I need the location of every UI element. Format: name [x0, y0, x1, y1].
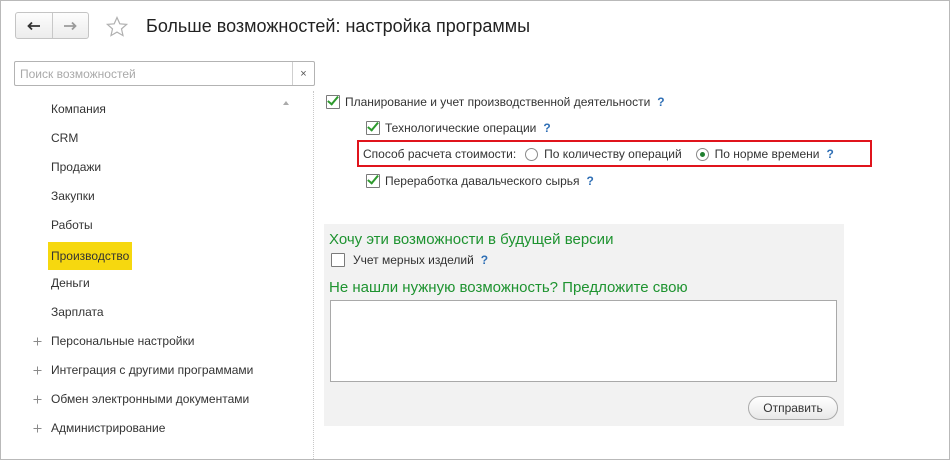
panel-divider: [313, 91, 314, 459]
by-time-norm-radio[interactable]: [695, 147, 709, 161]
send-button[interactable]: Отправить: [748, 396, 838, 420]
arrow-right-icon: [64, 21, 78, 30]
search-box: ×: [14, 61, 315, 86]
expand-plus-icon[interactable]: [33, 366, 42, 375]
production-planning-help[interactable]: ?: [657, 95, 664, 109]
sidebar-item-purchases[interactable]: Закупки: [48, 184, 98, 208]
tech-operations-checkbox[interactable]: [366, 121, 380, 135]
measured-items-checkbox[interactable]: [331, 253, 345, 267]
sidebar-item-works[interactable]: Работы: [48, 213, 96, 237]
sidebar-item-sales[interactable]: Продажи: [48, 155, 104, 179]
page-title: Больше возможностей: настройка программы: [146, 16, 531, 36]
by-operations-count-label[interactable]: По количеству операций: [544, 147, 681, 161]
sidebar-item-administration[interactable]: Администрирование: [48, 416, 168, 440]
scroll-up-arrow-icon[interactable]: [283, 101, 289, 105]
production-planning-checkbox[interactable]: [326, 95, 340, 109]
tech-operations-option: Технологические операции ?: [366, 121, 551, 135]
navigation-buttons: [15, 12, 89, 39]
tolling-label: Переработка давальческого сырья: [385, 174, 580, 188]
production-planning-option: Планирование и учет производственной дея…: [326, 95, 665, 109]
arrow-left-icon: [26, 21, 40, 30]
sidebar-item-integration[interactable]: Интеграция с другими программами: [48, 358, 256, 382]
cost-method-help[interactable]: ?: [827, 147, 834, 161]
cost-method-label: Способ расчета стоимости:: [363, 147, 517, 161]
expand-plus-icon[interactable]: [33, 337, 42, 346]
sidebar-item-production[interactable]: Производство: [48, 242, 133, 270]
measured-items-label: Учет мерных изделий: [353, 253, 474, 267]
measured-items-help[interactable]: ?: [481, 253, 488, 267]
tolling-help[interactable]: ?: [587, 174, 594, 188]
suggestion-textarea[interactable]: [330, 300, 837, 382]
tech-operations-help[interactable]: ?: [543, 121, 550, 135]
tech-operations-label: Технологические операции: [385, 121, 537, 135]
sidebar-item-edi-exchange[interactable]: Обмен электронными документами: [48, 387, 252, 411]
sidebar-item-money[interactable]: Деньги: [48, 271, 93, 295]
sidebar-item-crm[interactable]: CRM: [48, 126, 81, 150]
tolling-checkbox[interactable]: [366, 174, 380, 188]
expand-plus-icon[interactable]: [33, 395, 42, 404]
clear-search-button[interactable]: ×: [292, 62, 314, 85]
measured-items-option: Учет мерных изделий ?: [331, 253, 488, 267]
production-planning-label: Планирование и учет производственной дея…: [345, 95, 651, 109]
search-input[interactable]: [15, 62, 292, 85]
cost-method-option: Способ расчета стоимости: По количеству …: [363, 147, 834, 161]
favorite-star-icon[interactable]: [105, 15, 129, 39]
by-operations-count-radio[interactable]: [525, 147, 539, 161]
sidebar-item-personal-settings[interactable]: Персональные настройки: [48, 329, 197, 353]
expand-plus-icon[interactable]: [33, 424, 42, 433]
sidebar-item-company[interactable]: Компания: [48, 97, 109, 121]
settings-window: Больше возможностей: настройка программы…: [0, 0, 950, 460]
suggest-feature-heading: Не нашли нужную возможность? Предложите …: [329, 279, 688, 296]
tolling-option: Переработка давальческого сырья ?: [366, 174, 594, 188]
by-time-norm-label[interactable]: По норме времени: [715, 147, 820, 161]
back-button[interactable]: [16, 13, 52, 38]
forward-button[interactable]: [51, 13, 89, 38]
sidebar-item-salary[interactable]: Зарплата: [48, 300, 107, 324]
future-features-heading: Хочу эти возможности в будущей версии: [329, 231, 614, 248]
